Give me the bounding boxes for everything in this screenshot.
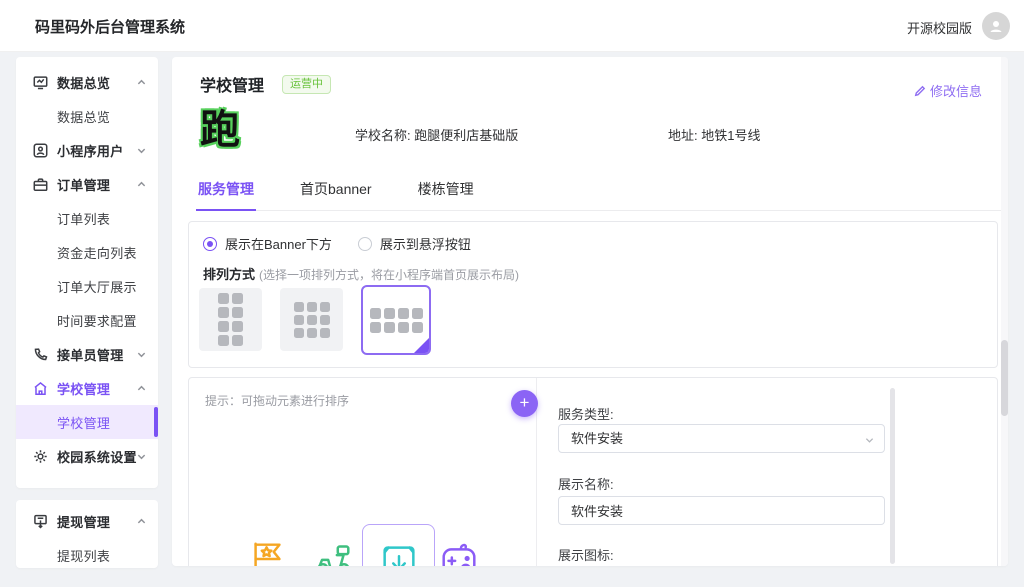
- sidebar-item-order-list[interactable]: 订单列表: [16, 201, 158, 235]
- app-title: 码里码外后台管理系统: [35, 19, 186, 36]
- chevron-up-icon: [137, 384, 146, 393]
- box-download-icon: [377, 539, 421, 566]
- chevron-up-icon: [137, 517, 146, 526]
- chevron-up-icon: [137, 180, 146, 189]
- withdraw-icon: [33, 514, 48, 529]
- chevron-up-icon: [137, 78, 146, 87]
- sidebar-item-campus-settings[interactable]: 校园系统设置: [16, 439, 158, 473]
- chevron-down-icon: [137, 452, 146, 461]
- status-badge: 运营中: [282, 75, 331, 94]
- miniapp-user-icon: [33, 143, 48, 158]
- scooter-icon[interactable]: [311, 536, 355, 566]
- school-address-value: 地铁1号线: [701, 128, 761, 143]
- main-scrollbar-thumb[interactable]: [1001, 340, 1008, 416]
- edition-label: 开源校园版: [906, 21, 972, 36]
- layout-option-2x4[interactable]: [199, 288, 262, 351]
- sidebar-item-school-mgmt-sub[interactable]: 学校管理: [16, 405, 158, 439]
- chevron-down-icon: [137, 350, 146, 359]
- user-avatar[interactable]: [982, 12, 1010, 40]
- layout-option-3x3[interactable]: [280, 288, 343, 351]
- flag-icon[interactable]: [247, 536, 289, 566]
- display-name-label: 展示名称:: [558, 477, 614, 492]
- school-name-label: 学校名称:: [355, 128, 411, 143]
- sidebar: 数据总览 数据总览 小程序用户 订单管理 订单列表 资金走向列表 订单大厅展示 …: [16, 57, 158, 488]
- chevron-down-icon: [865, 436, 874, 445]
- school-name-row: 学校名称: 跑腿便利店基础版: [355, 125, 518, 144]
- school-name-value: 跑腿便利店基础版: [414, 128, 519, 143]
- radio-unselected-icon: [357, 236, 372, 251]
- display-name-input[interactable]: [558, 496, 885, 525]
- gamepad-icon[interactable]: [437, 536, 481, 566]
- sidebar-item-time-config[interactable]: 时间要求配置: [16, 303, 158, 337]
- service-type-value: 软件安装: [571, 431, 624, 446]
- sidebar-item-withdraw-list[interactable]: 提现列表: [16, 538, 158, 568]
- sidebar-item-order-hall[interactable]: 订单大厅展示: [16, 269, 158, 303]
- tab-bar: 服务管理 首页banner 楼栋管理: [196, 175, 1006, 211]
- service-type-label: 服务类型:: [558, 407, 614, 422]
- radio-selected-icon: [203, 236, 217, 251]
- sidebar-item-data-overview-sub[interactable]: 数据总览: [16, 99, 158, 133]
- selected-icon-frame[interactable]: [362, 524, 435, 566]
- service-editor-box: 提示：可拖动元素进行排序 + 服务类型: 软件安装 展示名称: 软件安装 展示图…: [188, 377, 998, 566]
- service-type-select[interactable]: 软件安装: [558, 424, 885, 453]
- sidebar-item-school-mgmt[interactable]: 学校管理: [16, 371, 158, 405]
- arrange-mode-label: 排列方式 (选择一项排列方式，将在小程序端首页展示布局): [203, 267, 520, 282]
- sidebar-item-data-overview[interactable]: 数据总览: [16, 65, 158, 99]
- display-icon-label: 展示图标:: [558, 548, 614, 563]
- settings-icon: [33, 449, 48, 464]
- form-panel-scrollbar[interactable]: [890, 388, 895, 564]
- service-form-panel: 服务类型: 软件安装 展示名称: 展示图标:: [537, 378, 997, 566]
- tab-service-mgmt[interactable]: 服务管理: [196, 175, 256, 211]
- add-service-button[interactable]: +: [511, 390, 538, 417]
- app-header: 码里码外后台管理系统 开源校园版: [0, 0, 1024, 52]
- school-address-row: 地址: 地铁1号线: [668, 125, 760, 144]
- sidebar-item-withdraw-mgmt[interactable]: 提现管理: [16, 504, 158, 538]
- radio-show-floating-button[interactable]: 展示到悬浮按钮: [357, 234, 471, 253]
- drag-hint: 提示：可拖动元素进行排序: [205, 394, 350, 408]
- person-icon: [988, 18, 1004, 34]
- tab-home-banner[interactable]: 首页banner: [298, 175, 374, 210]
- page-title: 学校管理: [200, 78, 265, 95]
- display-settings-box: 展示在Banner下方 展示到悬浮按钮 排列方式 (选择一项排列方式，将在小程序端…: [188, 221, 998, 368]
- data-overview-icon: [33, 75, 48, 90]
- sidebar-item-courier-mgmt[interactable]: 接单员管理: [16, 337, 158, 371]
- sidebar-secondary: 提现管理 提现列表: [16, 500, 158, 568]
- school-management-panel: 学校管理 运营中 修改信息 跑 学校名称: 跑腿便利店基础版 地址: 地铁1号线…: [172, 57, 1008, 566]
- edit-info-link[interactable]: 修改信息: [914, 81, 982, 100]
- school-icon: [33, 381, 48, 396]
- school-logo: 跑: [200, 108, 240, 152]
- courier-icon: [33, 347, 48, 362]
- tab-building-mgmt[interactable]: 楼栋管理: [416, 175, 476, 210]
- chevron-down-icon: [137, 146, 146, 155]
- sidebar-item-order-mgmt[interactable]: 订单管理: [16, 167, 158, 201]
- sidebar-item-fund-flow-list[interactable]: 资金走向列表: [16, 235, 158, 269]
- pencil-icon: [914, 85, 926, 97]
- school-address-label: 地址:: [668, 128, 698, 143]
- layout-option-4x2-selected[interactable]: [361, 285, 431, 355]
- order-icon: [33, 177, 48, 192]
- sidebar-item-miniapp-users[interactable]: 小程序用户: [16, 133, 158, 167]
- radio-show-under-banner[interactable]: 展示在Banner下方: [203, 234, 332, 253]
- main-scrollbar-track: [1001, 57, 1008, 566]
